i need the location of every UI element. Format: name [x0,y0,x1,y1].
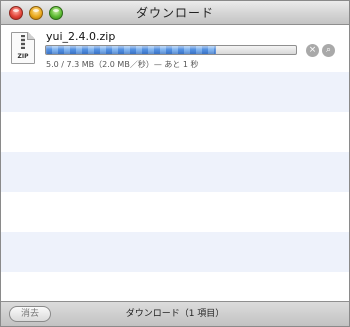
downloads-window: ダウンロード ZIP yui_2.4.0.zip 5.0 / 7.3 MB（2.… [0,0,350,327]
download-item[interactable]: ZIP yui_2.4.0.zip 5.0 / 7.3 MB（2.0 MB／秒）… [1,26,349,72]
bottom-toolbar: ダウンロード（1 項目） 消去 [1,301,349,326]
list-row-empty [1,272,349,301]
download-list[interactable]: ZIP yui_2.4.0.zip 5.0 / 7.3 MB（2.0 MB／秒）… [1,26,349,301]
title-bar[interactable]: ダウンロード [1,1,349,25]
window-title: ダウンロード [135,6,214,20]
download-filename: yui_2.4.0.zip [46,30,116,43]
list-row-empty [1,112,349,152]
magnifier-icon[interactable]: ⌕ [322,44,335,57]
download-count-status: ダウンロード（1 項目） [125,309,225,319]
stop-icon[interactable]: × [306,44,319,57]
list-row-empty [1,152,349,192]
list-row-empty [1,72,349,112]
download-progress-bar [45,45,297,55]
download-progress-fill [46,46,216,54]
clear-button[interactable]: 消去 [9,306,51,322]
download-status: 5.0 / 7.3 MB（2.0 MB／秒）— あと 1 秒 [46,60,199,69]
list-row-empty [1,192,349,232]
list-row-empty [1,232,349,272]
zip-file-icon: ZIP [11,32,35,64]
